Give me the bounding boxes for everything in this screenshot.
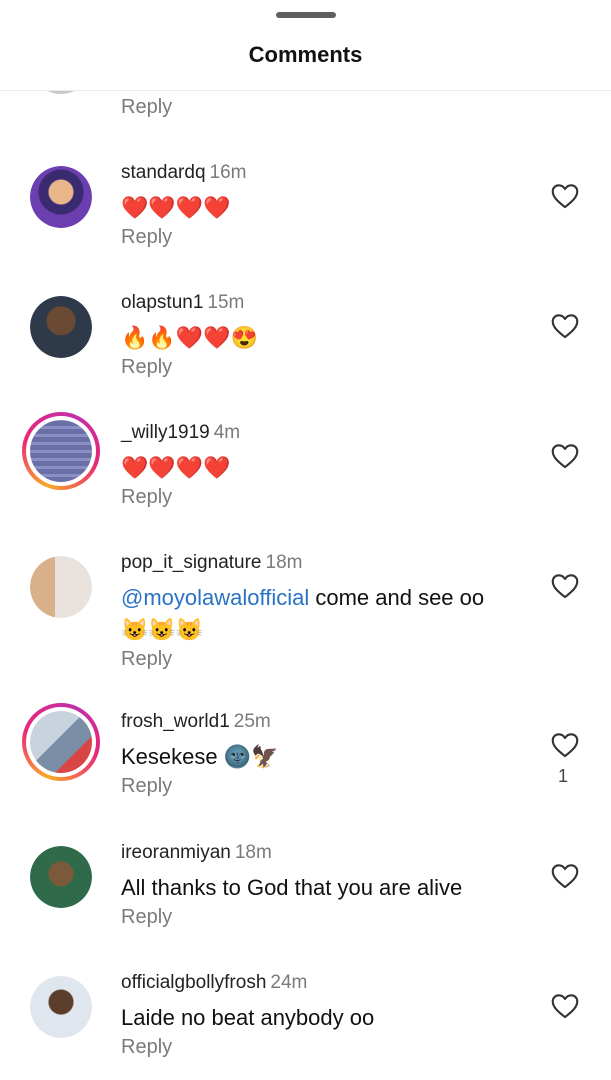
comment-time: 18m (234, 842, 272, 863)
comment-username-line: standardq 16m (121, 162, 246, 184)
comment-username-line: olapstun1 15m (121, 292, 244, 314)
comment-text: ❤️❤️❤️❤️ (121, 455, 231, 480)
comment-item: ireoranmiyan 18m All thanks to God that y… (0, 842, 611, 972)
heart-outline-icon[interactable] (551, 863, 579, 889)
comment-time: 4m (213, 422, 241, 443)
heart-outline-icon[interactable] (551, 573, 579, 599)
comments-title: Comments (248, 42, 363, 67)
comment-username[interactable]: standardq (121, 162, 206, 183)
comment-text: ❤️❤️❤️❤️ (121, 195, 231, 220)
comment-time: 16m (209, 162, 247, 183)
comment-item: _willy1919 4m ❤️❤️❤️❤️ Reply (0, 412, 611, 542)
like-count: 1 (558, 766, 569, 786)
comment-username[interactable]: pop_it_signature (121, 552, 262, 573)
heart-outline-icon[interactable] (551, 443, 579, 469)
comment-username-line: pop_it_signature 18m (121, 552, 302, 574)
comment-time: 15m (207, 292, 245, 313)
reply-button[interactable]: Reply (121, 775, 172, 798)
comment-text: @moyolawalofficial come and see oo 😺😺😺 (121, 582, 501, 646)
avatar-with-story-ring[interactable] (22, 703, 100, 781)
avatar-with-story-ring[interactable] (22, 412, 100, 490)
comment-text: All thanks to God that you are alive (121, 875, 463, 900)
avatar[interactable] (30, 846, 92, 908)
reply-button[interactable]: Reply (121, 1036, 172, 1059)
heart-outline-icon[interactable] (551, 732, 579, 758)
comment-time: 24m (270, 972, 308, 993)
comment-time: 25m (233, 711, 271, 732)
avatar[interactable] (30, 166, 92, 228)
avatar[interactable] (30, 976, 92, 1038)
comment-text: Kesekese 🌚🦅 (121, 744, 279, 769)
reply-button[interactable]: Reply (121, 356, 172, 379)
comments-header: Comments (0, 0, 611, 91)
reply-button[interactable]: Reply (121, 648, 172, 671)
comments-list[interactable]: Reply standardq 16m ❤️❤️❤️❤️ Reply olapst… (0, 90, 611, 1080)
comment-username-line: ireoranmiyan 18m (121, 842, 272, 864)
heart-outline-icon[interactable] (551, 183, 579, 209)
comment-username[interactable]: officialgbollyfrosh (121, 972, 266, 993)
reply-button[interactable]: Reply (121, 486, 172, 509)
comment-mention[interactable]: @moyolawalofficial (121, 585, 309, 610)
comment-item: officialgbollyfrosh 24m Laide no beat any… (0, 972, 611, 1080)
heart-outline-icon[interactable] (551, 993, 579, 1019)
comment-item: standardq 16m ❤️❤️❤️❤️ Reply (0, 162, 611, 292)
comment-username[interactable]: olapstun1 (121, 292, 203, 313)
comment-item: pop_it_signature 18m @moyolawalofficial c… (0, 552, 611, 682)
avatar[interactable] (30, 556, 92, 618)
comment-username-line: officialgbollyfrosh 24m (121, 972, 307, 994)
avatar[interactable] (30, 296, 92, 358)
reply-button[interactable]: Reply (121, 226, 172, 249)
comment-username[interactable]: ireoranmiyan (121, 842, 231, 863)
heart-outline-icon[interactable] (551, 313, 579, 339)
comment-text: 🔥🔥❤️❤️😍 (121, 325, 258, 350)
comment-item: frosh_world1 25m Kesekese 🌚🦅 Reply 1 (0, 703, 611, 833)
comment-item: olapstun1 15m 🔥🔥❤️❤️😍 Reply (0, 292, 611, 422)
comment-username-line: _willy1919 4m (121, 422, 240, 444)
reply-button[interactable]: Reply (121, 906, 172, 929)
reply-button[interactable]: Reply (121, 96, 172, 119)
drag-handle[interactable] (276, 12, 336, 18)
comment-time: 18m (265, 552, 303, 573)
comment-username-line: frosh_world1 25m (121, 711, 271, 733)
comment-username[interactable]: frosh_world1 (121, 711, 230, 732)
comment-text: Laide no beat anybody oo (121, 1005, 375, 1030)
comment-username[interactable]: _willy1919 (121, 422, 210, 443)
